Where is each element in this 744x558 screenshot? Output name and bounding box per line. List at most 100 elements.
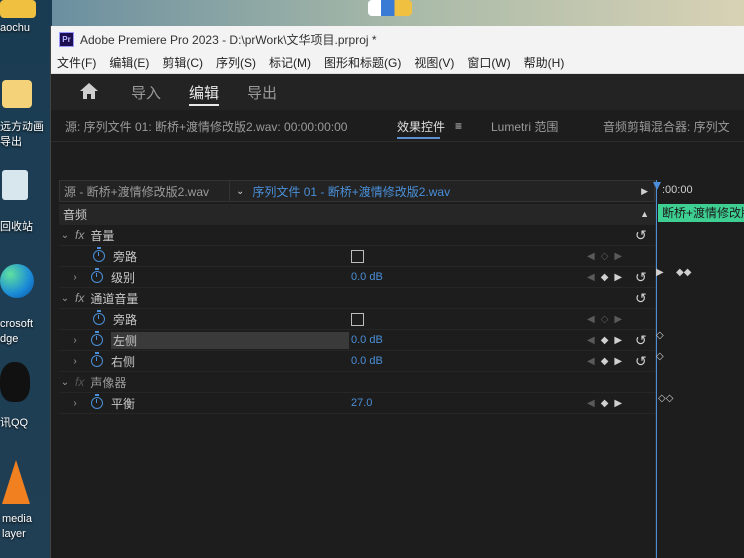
param-row-bypass: 旁路 ◀ ◇ ▶ <box>59 309 655 330</box>
menu-markers[interactable]: 标记(M) <box>269 54 311 71</box>
chevron-down-icon: ⌄ <box>236 185 245 197</box>
param-name: 右侧 <box>111 354 136 369</box>
add-keyframe-icon[interactable]: ◆ <box>601 356 609 367</box>
reset-icon[interactable]: ↺ <box>635 332 647 349</box>
reset-icon[interactable]: ↺ <box>635 290 647 307</box>
add-keyframe-icon[interactable]: ◆ <box>601 335 609 346</box>
effect-timeline[interactable]: :00:00 断桥+渡情修改版2 ▶ ◆◆ ◇ ◇ ◇◇ <box>653 180 744 558</box>
add-keyframe-icon[interactable]: ◇ <box>601 251 609 262</box>
stopwatch-icon[interactable] <box>93 310 105 325</box>
next-keyframe-icon[interactable]: ▶ <box>614 251 622 262</box>
param-row-level: › 级别 0.0 dB ◀ ◆ ▶ ↺ <box>59 267 655 288</box>
chevron-right-icon[interactable]: › <box>69 398 81 409</box>
chevron-right-icon[interactable]: › <box>69 272 81 283</box>
timeline-clip[interactable]: 断桥+渡情修改版2 <box>658 204 744 222</box>
menu-edit[interactable]: 编辑(E) <box>109 54 149 71</box>
add-keyframe-icon[interactable]: ◇ <box>601 314 609 325</box>
prev-keyframe-icon[interactable]: ◀ <box>587 356 595 367</box>
param-name: 平衡 <box>111 396 136 411</box>
tab-edit[interactable]: 编辑 <box>189 74 220 110</box>
tab-source[interactable]: 源: 序列文件 01: 断桥+渡情修改版2.wav: 00:00:00:00 <box>65 110 347 142</box>
keyframe-navigator: ◀ ◇ ▶ <box>587 314 622 325</box>
menu-window[interactable]: 窗口(W) <box>467 54 510 71</box>
home-icon[interactable] <box>79 82 101 102</box>
reset-icon[interactable]: ↺ <box>635 269 647 286</box>
edge-icon[interactable] <box>0 264 34 298</box>
tab-effect-controls[interactable]: 效果控件 ≡ <box>397 110 462 142</box>
next-keyframe-icon[interactable]: ▶ <box>614 398 622 409</box>
playhead-marker-icon[interactable] <box>653 182 661 190</box>
title-bar[interactable]: Pr Adobe Premiere Pro 2023 - D:\prWork\文… <box>51 26 744 52</box>
vlc-icon[interactable] <box>2 460 30 504</box>
reset-icon[interactable]: ↺ <box>635 227 647 244</box>
collapse-up-icon[interactable]: ▲ <box>640 209 649 219</box>
param-name: 旁路 <box>113 249 138 264</box>
param-row-bypass: 旁路 ◀ ◇ ▶ <box>59 246 655 267</box>
recycle-bin-icon[interactable] <box>2 170 28 200</box>
keyframe-marker-icon[interactable]: ◇ <box>656 351 664 362</box>
keyframe-marker-icon[interactable]: ◇◇ <box>658 393 673 404</box>
fx-icon[interactable]: fx <box>75 375 84 389</box>
reset-icon[interactable]: ↺ <box>635 353 647 370</box>
prev-keyframe-icon[interactable]: ◀ <box>587 335 595 346</box>
prev-keyframe-icon[interactable]: ◀ <box>587 398 595 409</box>
qq-icon[interactable] <box>0 362 30 402</box>
keyframe-marker-icon[interactable]: ◆◆ <box>676 267 691 278</box>
folder-icon[interactable] <box>2 80 32 108</box>
tab-lumetri-scopes[interactable]: Lumetri 范围 <box>491 110 558 142</box>
stopwatch-icon[interactable] <box>91 352 103 367</box>
menu-sequence[interactable]: 序列(S) <box>216 54 256 71</box>
desktop-icon-label: 远方动画 导出 <box>0 121 44 148</box>
effect-row-panner[interactable]: ⌄ fx 声像器 <box>59 372 655 393</box>
menu-graphics[interactable]: 图形和标题(G) <box>324 54 401 71</box>
right-value[interactable]: 0.0 dB <box>351 355 383 367</box>
level-value[interactable]: 0.0 dB <box>351 271 383 283</box>
sequence-clip-dropdown[interactable]: ⌄ 序列文件 01 - 断桥+渡情修改版2.wav <box>230 181 450 201</box>
left-value[interactable]: 0.0 dB <box>351 334 383 346</box>
bypass-checkbox[interactable] <box>351 312 364 326</box>
effect-row-channel-volume[interactable]: ⌄ fx 通道音量 ↺ <box>59 288 655 309</box>
balance-value[interactable]: 27.0 <box>351 397 372 409</box>
bypass-checkbox[interactable] <box>351 249 364 263</box>
chevron-down-icon[interactable]: ⌄ <box>59 230 71 241</box>
stopwatch-icon[interactable] <box>91 331 103 346</box>
shortcut-icon[interactable] <box>368 0 412 16</box>
chevron-down-icon[interactable]: ⌄ <box>59 293 71 304</box>
prev-keyframe-icon[interactable]: ◀ <box>587 314 595 325</box>
stopwatch-icon[interactable] <box>91 268 103 283</box>
param-row-balance: › 平衡 27.0 ◀ ◆ ▶ <box>59 393 655 414</box>
next-keyframe-icon[interactable]: ▶ <box>614 314 622 325</box>
folder-icon[interactable] <box>0 0 36 18</box>
add-keyframe-icon[interactable]: ◆ <box>601 272 609 283</box>
menu-help[interactable]: 帮助(H) <box>524 54 565 71</box>
stopwatch-icon[interactable] <box>91 394 103 409</box>
workspace-bar: 导入 编辑 导出 <box>51 74 744 110</box>
fx-icon[interactable]: fx <box>75 291 84 305</box>
prev-keyframe-icon[interactable]: ◀ <box>587 272 595 283</box>
chevron-right-icon[interactable]: › <box>69 356 81 367</box>
add-keyframe-icon[interactable]: ◆ <box>601 398 609 409</box>
menu-view[interactable]: 视图(V) <box>414 54 454 71</box>
effect-row-volume[interactable]: ⌄ fx 音量 ↺ <box>59 225 655 246</box>
prev-keyframe-icon[interactable]: ◀ <box>587 251 595 262</box>
keyframe-marker-icon[interactable]: ◇ <box>656 330 664 341</box>
next-keyframe-icon[interactable]: ▶ <box>614 272 622 283</box>
play-only-icon[interactable]: ▶ <box>641 186 648 197</box>
next-keyframe-icon[interactable]: ▶ <box>614 335 622 346</box>
timeline-timecode: :00:00 <box>662 184 693 196</box>
fx-icon[interactable]: fx <box>75 228 84 242</box>
panel-menu-icon[interactable]: ≡ <box>455 119 462 133</box>
keyframe-marker-icon[interactable]: ▶ <box>656 267 664 278</box>
chevron-down-icon[interactable]: ⌄ <box>59 377 71 388</box>
stopwatch-icon[interactable] <box>93 247 105 262</box>
menu-file[interactable]: 文件(F) <box>57 54 96 71</box>
next-keyframe-icon[interactable]: ▶ <box>614 356 622 367</box>
tab-import[interactable]: 导入 <box>131 74 161 110</box>
playhead[interactable] <box>656 180 657 558</box>
tab-audio-clip-mixer[interactable]: 音频剪辑混合器: 序列文 <box>603 110 730 142</box>
keyframe-navigator: ◀ ◆ ▶ <box>587 272 622 283</box>
menu-clip[interactable]: 剪辑(C) <box>162 54 203 71</box>
tab-export[interactable]: 导出 <box>247 74 277 110</box>
chevron-right-icon[interactable]: › <box>69 335 81 346</box>
source-clip-label[interactable]: 源 - 断桥+渡情修改版2.wav <box>60 181 230 201</box>
